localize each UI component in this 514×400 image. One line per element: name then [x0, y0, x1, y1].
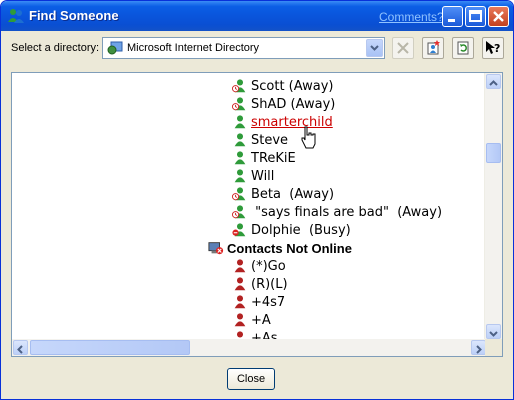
- vertical-scroll-thumb[interactable]: [486, 143, 501, 163]
- contact-name: Scott (Away): [251, 79, 334, 94]
- chevron-down-icon: [370, 45, 379, 51]
- scroll-up-button[interactable]: [486, 74, 501, 89]
- contact-row[interactable]: smarterchild: [12, 113, 482, 131]
- scroll-right-button[interactable]: [471, 340, 486, 355]
- window-title: Find Someone: [29, 8, 119, 23]
- contact-row[interactable]: "says finals are bad" (Away): [12, 203, 482, 221]
- offline-contact-icon: [234, 295, 246, 309]
- contact-row[interactable]: (R)(L): [12, 275, 482, 293]
- svg-text:?: ?: [494, 42, 500, 55]
- add-contact-icon: [427, 40, 440, 55]
- contact-name: Dolphie (Busy): [251, 223, 351, 238]
- close-icon: [493, 11, 504, 22]
- away-contact-icon: [232, 187, 246, 201]
- offline-contact-icon: [234, 259, 246, 273]
- group-label: Contacts Not Online: [227, 241, 352, 256]
- contact-row[interactable]: (*)Go: [12, 257, 482, 275]
- away-contact-icon: [232, 97, 246, 111]
- dropdown-arrow-button[interactable]: [366, 39, 383, 57]
- away-contact-icon: [232, 79, 246, 93]
- contact-name: Will: [251, 169, 275, 184]
- directory-label: Select a directory:: [11, 42, 100, 54]
- refresh-button[interactable]: [452, 37, 474, 59]
- contact-name: +A: [251, 313, 271, 328]
- offline-contact-icon: [234, 313, 246, 327]
- contact-row[interactable]: ShAD (Away): [12, 95, 482, 113]
- maximize-icon: [469, 10, 482, 22]
- msn-people-icon: [8, 9, 24, 23]
- chevron-right-icon: [476, 345, 482, 354]
- offline-contact-icon: [234, 277, 246, 291]
- contact-name: (R)(L): [251, 277, 288, 292]
- directory-select[interactable]: Microsoft Internet Directory: [102, 37, 385, 59]
- contact-name: ShAD (Away): [251, 97, 336, 112]
- help-button[interactable]: ?: [482, 37, 504, 59]
- contact-name: TReKiE: [251, 151, 296, 166]
- directory-selected-value: Microsoft Internet Directory: [127, 42, 260, 54]
- maximize-button[interactable]: [465, 6, 486, 27]
- contact-name: Steve: [251, 133, 289, 148]
- contact-row[interactable]: TReKiE: [12, 149, 482, 167]
- close-button[interactable]: Close: [227, 368, 275, 390]
- comments-link[interactable]: Comments?: [379, 10, 444, 24]
- contact-name: +4s7: [251, 295, 286, 310]
- refresh-icon: [457, 41, 469, 55]
- hand-cursor-icon: [301, 126, 316, 149]
- online-contact-icon: [234, 169, 246, 183]
- contact-row[interactable]: +4s7: [12, 293, 482, 311]
- online-contact-icon: [234, 133, 246, 147]
- find-someone-window: Find Someone Comments? Select a director…: [0, 0, 514, 400]
- contact-row[interactable]: Steve: [12, 131, 482, 149]
- contact-name: Beta (Away): [251, 187, 335, 202]
- stop-search-button[interactable]: [392, 37, 414, 59]
- minimize-button[interactable]: [442, 6, 463, 27]
- contact-row[interactable]: Will: [12, 167, 482, 185]
- contact-row[interactable]: Beta (Away): [12, 185, 482, 203]
- contact-row[interactable]: Scott (Away): [12, 77, 482, 95]
- contact-list[interactable]: Scott (Away) ShAD (Away) smarterchild Steve…: [11, 72, 503, 357]
- contact-row[interactable]: +A: [12, 311, 482, 329]
- add-contact-button[interactable]: [422, 37, 444, 59]
- chevron-left-icon: [17, 345, 23, 354]
- online-contact-icon: [234, 115, 246, 129]
- internet-directory-icon: [107, 41, 123, 55]
- online-contact-icon: [234, 151, 246, 165]
- chevron-up-icon: [489, 80, 498, 86]
- contact-rows: Scott (Away) ShAD (Away) smarterchild Steve…: [12, 73, 487, 340]
- vertical-scrollbar[interactable]: [484, 73, 502, 340]
- contact-row[interactable]: Dolphie (Busy): [12, 221, 482, 239]
- stop-icon: [397, 42, 409, 54]
- scroll-left-button[interactable]: [13, 340, 28, 355]
- group-header[interactable]: Contacts Not Online: [12, 239, 482, 257]
- away-contact-icon: [232, 205, 246, 219]
- horizontal-scrollbar[interactable]: [12, 339, 487, 356]
- scrollbar-corner: [485, 339, 502, 356]
- horizontal-scroll-thumb[interactable]: [30, 340, 190, 355]
- scroll-down-button[interactable]: [486, 324, 501, 339]
- help-icon: ?: [486, 41, 500, 55]
- contact-name: (*)Go: [251, 259, 286, 274]
- close-window-button[interactable]: [488, 6, 509, 27]
- offline-group-icon: [208, 242, 224, 255]
- minimize-icon: [448, 19, 455, 22]
- contact-name: "says finals are bad" (Away): [251, 205, 443, 220]
- contact-name: smarterchild: [251, 115, 333, 130]
- title-bar[interactable]: Find Someone Comments?: [1, 1, 513, 31]
- busy-contact-icon: [232, 223, 246, 237]
